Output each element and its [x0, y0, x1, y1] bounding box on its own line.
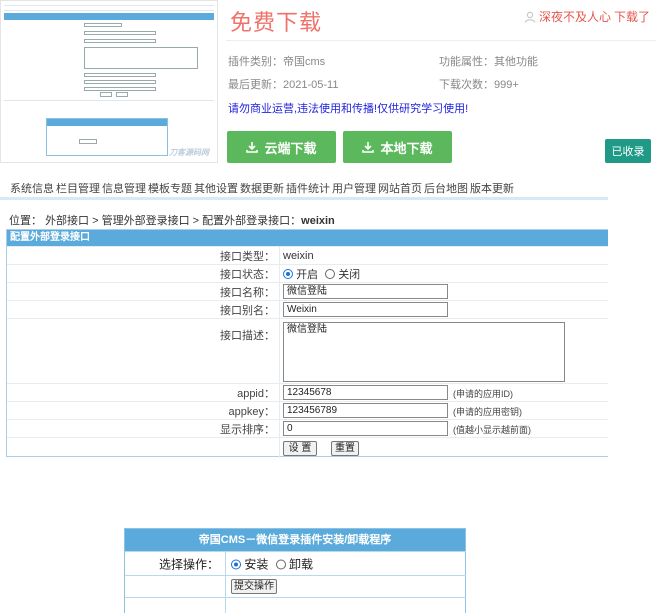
field-hint: (申请的应用ID)	[453, 389, 513, 399]
form-row-type: 接口类型： weixin	[7, 246, 608, 264]
order-input[interactable]: 0	[283, 421, 448, 436]
usage-warning: 请勿商业运营,违法使用和传播!仅供研究学习使用!	[228, 103, 469, 115]
form-row-appkey: appkey： 123456789 (申请的应用密钥)	[7, 401, 608, 419]
radio-install[interactable]	[231, 559, 241, 569]
radio-uninstall[interactable]	[275, 559, 286, 569]
nav-item[interactable]: 用户管理	[332, 183, 376, 196]
cloud-download-button[interactable]: 云端下载	[227, 131, 336, 163]
field-label: 选择操作：	[158, 557, 219, 571]
form-row-order: 显示排序： 0 (值越小显示越前面)	[7, 419, 608, 437]
breadcrumb-current: weixin	[301, 215, 335, 227]
radio-off[interactable]	[325, 268, 336, 279]
nav-item[interactable]: 插件统计	[286, 183, 330, 196]
download-icon	[362, 142, 375, 153]
config-panel: 配置外部登录接口 接口类型： weixin 接口状态： 开启 关闭 接口名称： …	[6, 229, 608, 458]
local-download-button[interactable]: 本地下载	[343, 131, 452, 163]
install-dialog: 帝国CMS－微信登录插件安装/卸载程序 选择操作： 安装 卸载 提交操作	[124, 528, 466, 613]
nav-item[interactable]: 系统信息	[10, 183, 54, 196]
downloads-info: 下载次数：999+	[439, 79, 519, 91]
watermark: 刀客源码网	[169, 148, 209, 157]
nav-item[interactable]: 网站首页	[378, 183, 422, 196]
install-row-empty	[125, 597, 466, 613]
admin-config-screenshot: 系统信息 栏目管理 信息管理 模板专题 其他设置 数据更新 插件统计 用户管理 …	[0, 183, 608, 463]
submit-button[interactable]: 设 置	[283, 441, 317, 456]
field-label: 接口状态：	[220, 268, 275, 281]
appid-input[interactable]: 12345678	[283, 385, 448, 400]
appkey-input[interactable]: 123456789	[283, 403, 448, 418]
field-hint: (值越小显示越前面)	[453, 425, 531, 435]
submit-operation-button[interactable]: 提交操作	[231, 579, 277, 594]
download-icon	[246, 142, 259, 153]
form-row-actions: 设 置 重置	[7, 437, 608, 458]
field-label: 显示排序：	[220, 423, 275, 436]
field-hint: (申请的应用密钥)	[453, 407, 522, 417]
download-action-text: 下载了	[613, 10, 650, 24]
field-label: 接口别名：	[220, 304, 275, 317]
reset-button[interactable]: 重置	[331, 441, 359, 456]
page-title: 免费下载	[230, 10, 323, 35]
breadcrumb-link[interactable]: 配置外部登录接口：	[202, 215, 301, 227]
install-title: 帝国CMS－微信登录插件安装/卸载程序	[125, 529, 465, 551]
plugin-screenshot-thumbnail[interactable]: 刀客源码网	[0, 0, 218, 163]
field-label: 接口类型：	[220, 250, 275, 263]
attribute-info: 功能属性：其他功能	[439, 56, 538, 68]
install-row-submit: 提交操作	[125, 575, 466, 597]
breadcrumb-link[interactable]: 管理外部登录接口	[102, 215, 190, 227]
nav-item[interactable]: 数据更新	[240, 183, 284, 196]
field-label: 接口描述：	[220, 330, 275, 342]
nav-item[interactable]: 版本更新	[470, 183, 514, 196]
nav-item[interactable]: 后台地图	[424, 183, 468, 196]
username-link[interactable]: 深夜不及人心	[539, 8, 611, 25]
alias-input[interactable]: Weixin	[283, 302, 448, 317]
field-label: appid：	[237, 387, 275, 400]
install-row-operation: 选择操作： 安装 卸载	[125, 551, 466, 575]
admin-navbar: 系统信息 栏目管理 信息管理 模板专题 其他设置 数据更新 插件统计 用户管理 …	[0, 183, 608, 200]
divider	[226, 40, 656, 41]
nav-item[interactable]: 其他设置	[194, 183, 238, 196]
breadcrumb: 位置： 外部接口 > 管理外部登录接口 > 配置外部登录接口：weixin	[9, 215, 335, 227]
collected-button[interactable]: 已收录	[605, 139, 651, 163]
form-row-alias: 接口别名： Weixin	[7, 300, 608, 318]
panel-title: 配置外部登录接口	[7, 230, 608, 246]
field-label: 接口名称：	[220, 286, 275, 299]
nav-item[interactable]: 栏目管理	[56, 183, 100, 196]
breadcrumb-link[interactable]: 外部接口	[45, 215, 89, 227]
form-row-status: 接口状态： 开启 关闭	[7, 264, 608, 282]
category-info: 插件类别：帝国cms	[228, 56, 326, 68]
nav-item[interactable]: 信息管理	[102, 183, 146, 196]
form-row-desc: 接口描述： 微信登陆	[7, 318, 608, 383]
user-icon	[524, 11, 536, 23]
name-input[interactable]: 微信登陆	[283, 284, 448, 299]
form-row-appid: appid： 12345678 (申请的应用ID)	[7, 383, 608, 401]
operation-radio-group: 安装 卸载	[231, 555, 313, 572]
status-radio-group: 开启 关闭	[283, 266, 360, 282]
type-value: weixin	[283, 249, 314, 262]
radio-on[interactable]	[283, 268, 293, 279]
field-label: appkey：	[228, 405, 275, 418]
desc-textarea[interactable]: 微信登陆	[283, 322, 565, 382]
recent-download-notice: 深夜不及人心 下载了	[524, 8, 650, 25]
nav-item[interactable]: 模板专题	[148, 183, 192, 196]
updated-info: 最后更新：2021-05-11	[228, 79, 339, 91]
form-row-name: 接口名称： 微信登陆	[7, 282, 608, 300]
